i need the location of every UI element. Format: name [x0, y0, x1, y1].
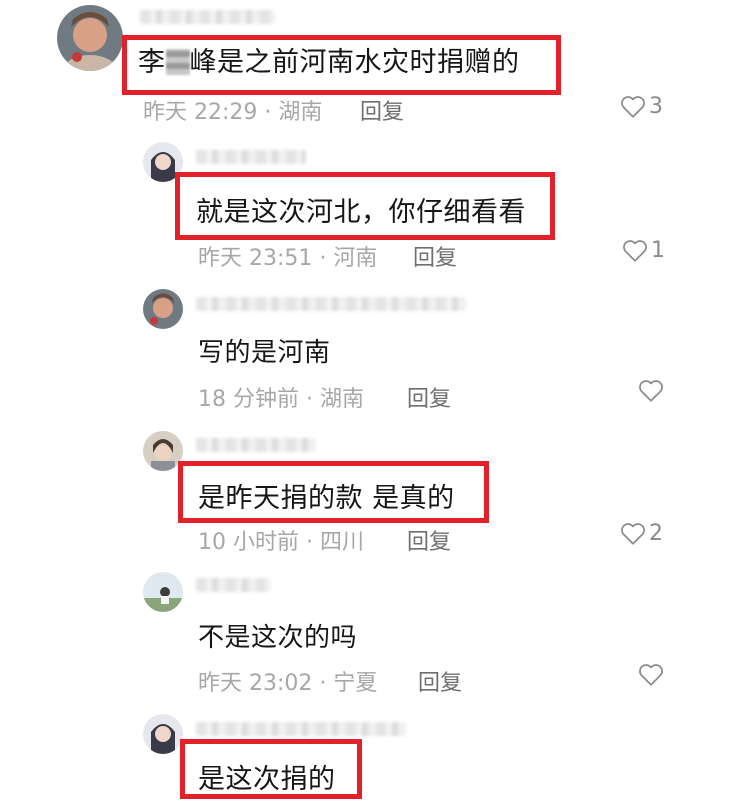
comment-meta: 昨天 22:29 · 湖南 — [143, 100, 323, 125]
username-blurred[interactable] — [196, 438, 316, 452]
reply-button[interactable]: 回复 — [418, 665, 462, 697]
comment-meta: 10 小时前 · 四川 — [198, 530, 364, 555]
like-button[interactable]: 2 — [620, 521, 663, 546]
heart-outline-icon — [639, 380, 663, 402]
username-blurred[interactable] — [196, 578, 271, 592]
reply-button[interactable]: 回复 — [407, 381, 451, 413]
comment-meta: 18 分钟前 · 湖南 — [198, 387, 364, 412]
username-blurred[interactable] — [196, 297, 466, 311]
like-button[interactable] — [638, 379, 667, 403]
like-count: 2 — [649, 521, 663, 546]
heart-outline-icon — [621, 95, 645, 118]
reply-button[interactable]: 回复 — [360, 94, 404, 126]
like-button[interactable]: 1 — [622, 238, 665, 263]
reply-button[interactable]: 回复 — [407, 524, 451, 556]
avatar[interactable] — [143, 572, 183, 612]
heart-outline-icon — [623, 239, 647, 262]
avatar[interactable] — [57, 5, 123, 71]
highlight-box — [175, 172, 555, 240]
comment-text: 写的是河南 — [198, 338, 331, 368]
highlight-box — [122, 35, 561, 95]
username-blurred[interactable] — [196, 150, 306, 164]
comment-meta: 昨天 23:51 · 河南 — [198, 246, 378, 271]
avatar[interactable] — [143, 714, 183, 754]
heart-outline-icon — [639, 664, 663, 686]
username-blurred[interactable] — [140, 10, 275, 24]
comment-text: 不是这次的吗 — [198, 623, 358, 653]
avatar[interactable] — [143, 431, 183, 471]
reply-button[interactable]: 回复 — [413, 240, 457, 272]
like-button[interactable] — [638, 663, 667, 687]
heart-outline-icon — [621, 522, 645, 545]
like-button[interactable]: 3 — [620, 94, 663, 119]
like-count: 1 — [651, 238, 665, 263]
like-count: 3 — [649, 94, 663, 119]
highlight-box — [180, 739, 362, 799]
highlight-box — [178, 461, 489, 523]
avatar[interactable] — [143, 289, 183, 329]
comment-meta: 昨天 23:02 · 宁夏 — [198, 671, 378, 696]
username-blurred[interactable] — [196, 722, 406, 736]
